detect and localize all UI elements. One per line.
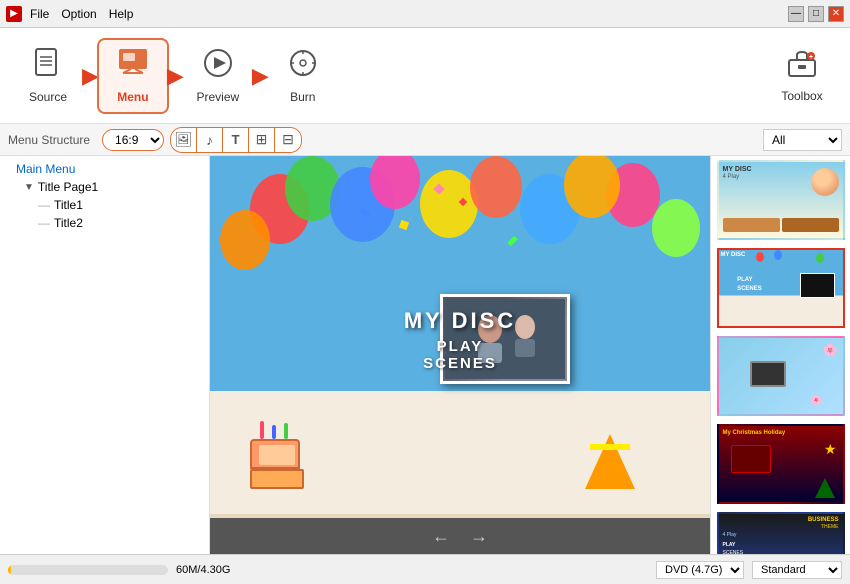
tree-item-title2[interactable]: — Title2 [0, 214, 209, 232]
sub-toolbar: Menu Structure 16:9 4:3 🖼 ♪ T ⊞ ⊟ All St… [0, 124, 850, 156]
tmpl2-inner: MY DISC PLAY SCENES [719, 250, 843, 326]
quality-select[interactable]: Standard High Quality Low Quality [752, 561, 842, 579]
disc-play: PLAY [404, 338, 516, 355]
toolbar-menu[interactable]: Menu [97, 38, 169, 114]
grid2-icon-btn[interactable]: ⊟ [275, 128, 301, 152]
image-icon-btn[interactable]: 🖼 [171, 128, 197, 152]
prev-button[interactable]: ← [432, 526, 450, 547]
title-page1-label: Title Page1 [38, 180, 98, 194]
tmpl4-inner: My Christmas Holiday ★ [719, 426, 843, 502]
nav-bar: ← → [210, 518, 710, 554]
right-panel: MY DISC 4 Play MY DISC [710, 156, 850, 554]
main-toolbar: Source ▶ Menu ▶ Preview ▶ [0, 28, 850, 124]
template-3[interactable]: 🌸 🌸 [717, 336, 845, 416]
toolbox-icon: + [787, 48, 817, 85]
close-button[interactable]: ✕ [828, 6, 844, 22]
minimize-button[interactable]: — [788, 6, 804, 22]
disc-scenes: SCENES [404, 355, 516, 372]
menu-option[interactable]: Option [61, 7, 96, 21]
template-2[interactable]: MY DISC PLAY SCENES [717, 248, 845, 328]
music-icon-btn[interactable]: ♪ [197, 128, 223, 152]
app-icon: ▶ [6, 6, 22, 22]
disc-text: MY DISC PLAY SCENES [404, 308, 516, 372]
grid1-icon-btn[interactable]: ⊞ [249, 128, 275, 152]
filter-select[interactable]: All Standard 4K [763, 129, 842, 151]
tree-item-main-menu[interactable]: Main Menu [0, 160, 209, 178]
aspect-ratio-select[interactable]: 16:9 4:3 [102, 129, 164, 151]
svg-text:+: + [809, 54, 813, 61]
source-label: Source [29, 90, 67, 104]
tmpl1-inner: MY DISC 4 Play [719, 162, 843, 238]
toolbar-toolbox[interactable]: + Toolbox [766, 38, 838, 114]
title-bar-left: ▶ File Option Help [6, 6, 133, 22]
title2-label: Title2 [54, 216, 83, 230]
menu-structure-label: Menu Structure [8, 133, 90, 147]
toolbar-icon-group: 🖼 ♪ T ⊞ ⊟ [170, 127, 302, 153]
menu-icon [117, 47, 149, 86]
preview-icon [202, 47, 234, 86]
scene-container: MY DISC PLAY SCENES [210, 156, 710, 518]
left-panel: Main Menu ▼ Title Page1 — Title1 — Title… [0, 156, 210, 554]
progress-label: 60M/4.30G [176, 564, 230, 576]
tmpl3-inner: 🌸 🌸 [719, 338, 843, 414]
tree-item-title1[interactable]: — Title1 [0, 196, 209, 214]
center-canvas: MY DISC PLAY SCENES [210, 156, 710, 554]
main-menu-label: Main Menu [16, 162, 75, 176]
menu-bar: File Option Help [24, 7, 133, 21]
progress-bar [8, 565, 168, 575]
window-controls: — □ ✕ [788, 6, 844, 22]
next-button[interactable]: → [470, 526, 488, 547]
toolbar-source[interactable]: Source [12, 38, 84, 114]
menu-file[interactable]: File [30, 7, 49, 21]
main-content: Main Menu ▼ Title Page1 — Title1 — Title… [0, 156, 850, 554]
template-1[interactable]: MY DISC 4 Play [717, 160, 845, 240]
progress-bar-fill [8, 565, 11, 575]
preview-label: Preview [197, 90, 240, 104]
toolbar-burn[interactable]: Burn [267, 38, 339, 114]
tmpl5-inner: BUSINESS THEME 4 Play PLAY SCENES [719, 514, 843, 554]
arrow-icon: ▼ [24, 182, 34, 193]
source-icon [32, 47, 64, 86]
disc-type-select[interactable]: DVD (4.7G) BD 25G BD 50G [656, 561, 744, 579]
menu-help[interactable]: Help [109, 7, 134, 21]
tree-item-title-page1[interactable]: ▼ Title Page1 [0, 178, 209, 196]
template-5[interactable]: BUSINESS THEME 4 Play PLAY SCENES [717, 512, 845, 554]
toolbox-label: Toolbox [781, 89, 822, 103]
dash-icon: — [38, 198, 50, 212]
text-icon-btn[interactable]: T [223, 128, 249, 152]
burn-icon [287, 47, 319, 86]
toolbar-preview[interactable]: Preview [182, 38, 254, 114]
status-bar: 60M/4.30G DVD (4.7G) BD 25G BD 50G Stand… [0, 554, 850, 584]
title1-label: Title1 [54, 198, 83, 212]
dash2-icon: — [38, 216, 50, 230]
menu-label: Menu [117, 90, 148, 104]
title-bar: ▶ File Option Help — □ ✕ [0, 0, 850, 28]
burn-label: Burn [290, 90, 315, 104]
canvas-area[interactable]: MY DISC PLAY SCENES [210, 156, 710, 518]
maximize-button[interactable]: □ [808, 6, 824, 22]
disc-title: MY DISC [404, 308, 516, 334]
template-4[interactable]: My Christmas Holiday ★ [717, 424, 845, 504]
